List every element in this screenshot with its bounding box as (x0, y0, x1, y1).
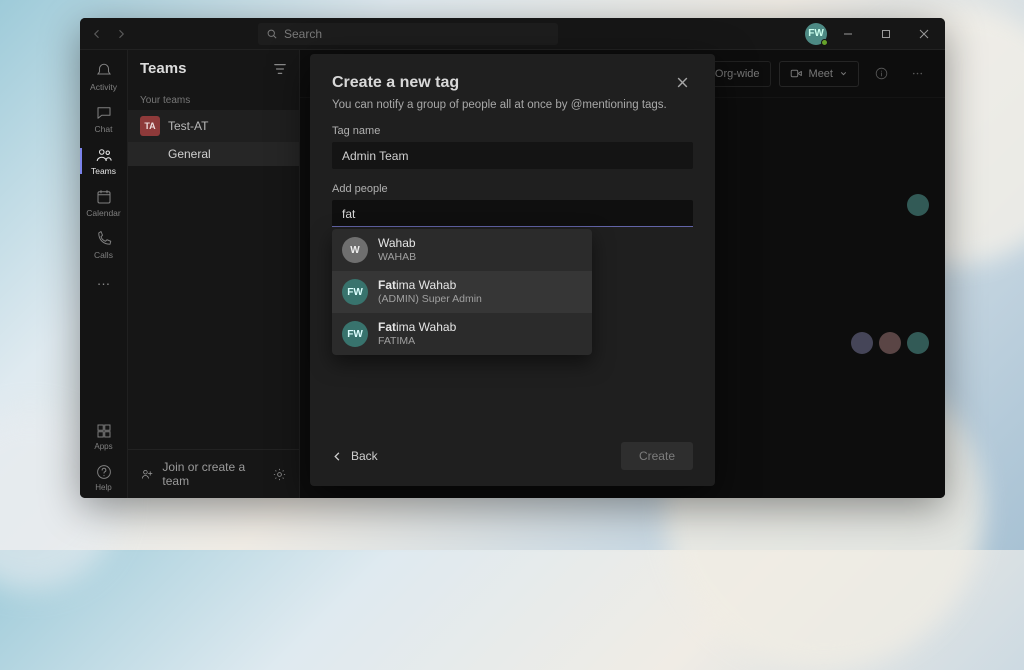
suggestion-item[interactable]: FW Fatima Wahab (ADMIN) Super Admin (332, 271, 592, 313)
people-suggestions-dropdown: W Wahab WAHAB FW Fatima Wahab (ADMIN) Su… (332, 229, 592, 355)
add-people-label: Add people (332, 183, 693, 195)
dialog-subtitle: You can notify a group of people all at … (332, 99, 693, 111)
suggestion-name: Wahab (378, 237, 416, 251)
rail-chat[interactable]: Chat (80, 98, 128, 140)
channel-row[interactable]: General (128, 142, 299, 166)
create-tag-dialog: Create a new tag You can notify a group … (310, 54, 715, 486)
avatar: FW (342, 321, 368, 347)
panel-title: Teams (140, 60, 186, 77)
rail-more[interactable]: … (80, 266, 128, 294)
rail-activity[interactable]: Activity (80, 56, 128, 98)
nav-forward-button[interactable] (110, 23, 132, 45)
rail-teams[interactable]: Teams (80, 140, 128, 182)
search-placeholder: Search (284, 27, 322, 41)
panel-footer[interactable]: Join or create a team (128, 449, 299, 498)
suggestion-name: Fatima Wahab (378, 279, 482, 293)
create-button[interactable]: Create (621, 442, 693, 470)
rail-help[interactable]: Help (80, 457, 128, 498)
teams-app-window: Search FW Activity Chat T (80, 18, 945, 498)
avatar: W (342, 237, 368, 263)
tag-name-label: Tag name (332, 125, 693, 137)
rail-apps[interactable]: Apps (80, 416, 128, 457)
people-icon (140, 466, 154, 482)
focus-underline (332, 226, 693, 228)
back-button[interactable]: Back (332, 449, 378, 463)
rail-calendar[interactable]: Calendar (80, 182, 128, 224)
suggestion-sub: WAHAB (378, 251, 416, 263)
avatar: FW (342, 279, 368, 305)
window-close-button[interactable] (907, 18, 941, 50)
suggestion-item[interactable]: W Wahab WAHAB (332, 229, 592, 271)
current-user-avatar[interactable]: FW (805, 23, 827, 45)
team-tile: TA (140, 116, 160, 136)
team-row[interactable]: TA Test-AT (128, 110, 299, 142)
teams-list-panel: Teams Your teams TA Test-AT General Join… (128, 50, 300, 498)
tag-name-input[interactable] (332, 142, 693, 169)
app-rail: Activity Chat Teams Calendar Calls … (80, 50, 128, 498)
suggestion-sub: FATIMA (378, 335, 456, 347)
window-maximize-button[interactable] (869, 18, 903, 50)
chevron-left-icon (332, 451, 343, 462)
team-name: Test-AT (168, 119, 208, 133)
suggestion-sub: (ADMIN) Super Admin (378, 293, 482, 305)
search-icon (266, 28, 278, 40)
dialog-close-button[interactable] (672, 72, 693, 93)
nav-back-button[interactable] (86, 23, 108, 45)
dialog-title: Create a new tag (332, 74, 459, 92)
suggestion-name: Fatima Wahab (378, 321, 456, 335)
filter-icon[interactable] (273, 62, 287, 76)
rail-calls[interactable]: Calls (80, 224, 128, 266)
section-label: Your teams (128, 87, 299, 110)
gear-icon[interactable] (272, 467, 287, 482)
titlebar: Search FW (80, 18, 945, 50)
global-search-input[interactable]: Search (258, 23, 558, 45)
presence-indicator (821, 39, 828, 46)
window-minimize-button[interactable] (831, 18, 865, 50)
add-people-input[interactable] (332, 200, 693, 227)
suggestion-item[interactable]: FW Fatima Wahab FATIMA (332, 313, 592, 355)
